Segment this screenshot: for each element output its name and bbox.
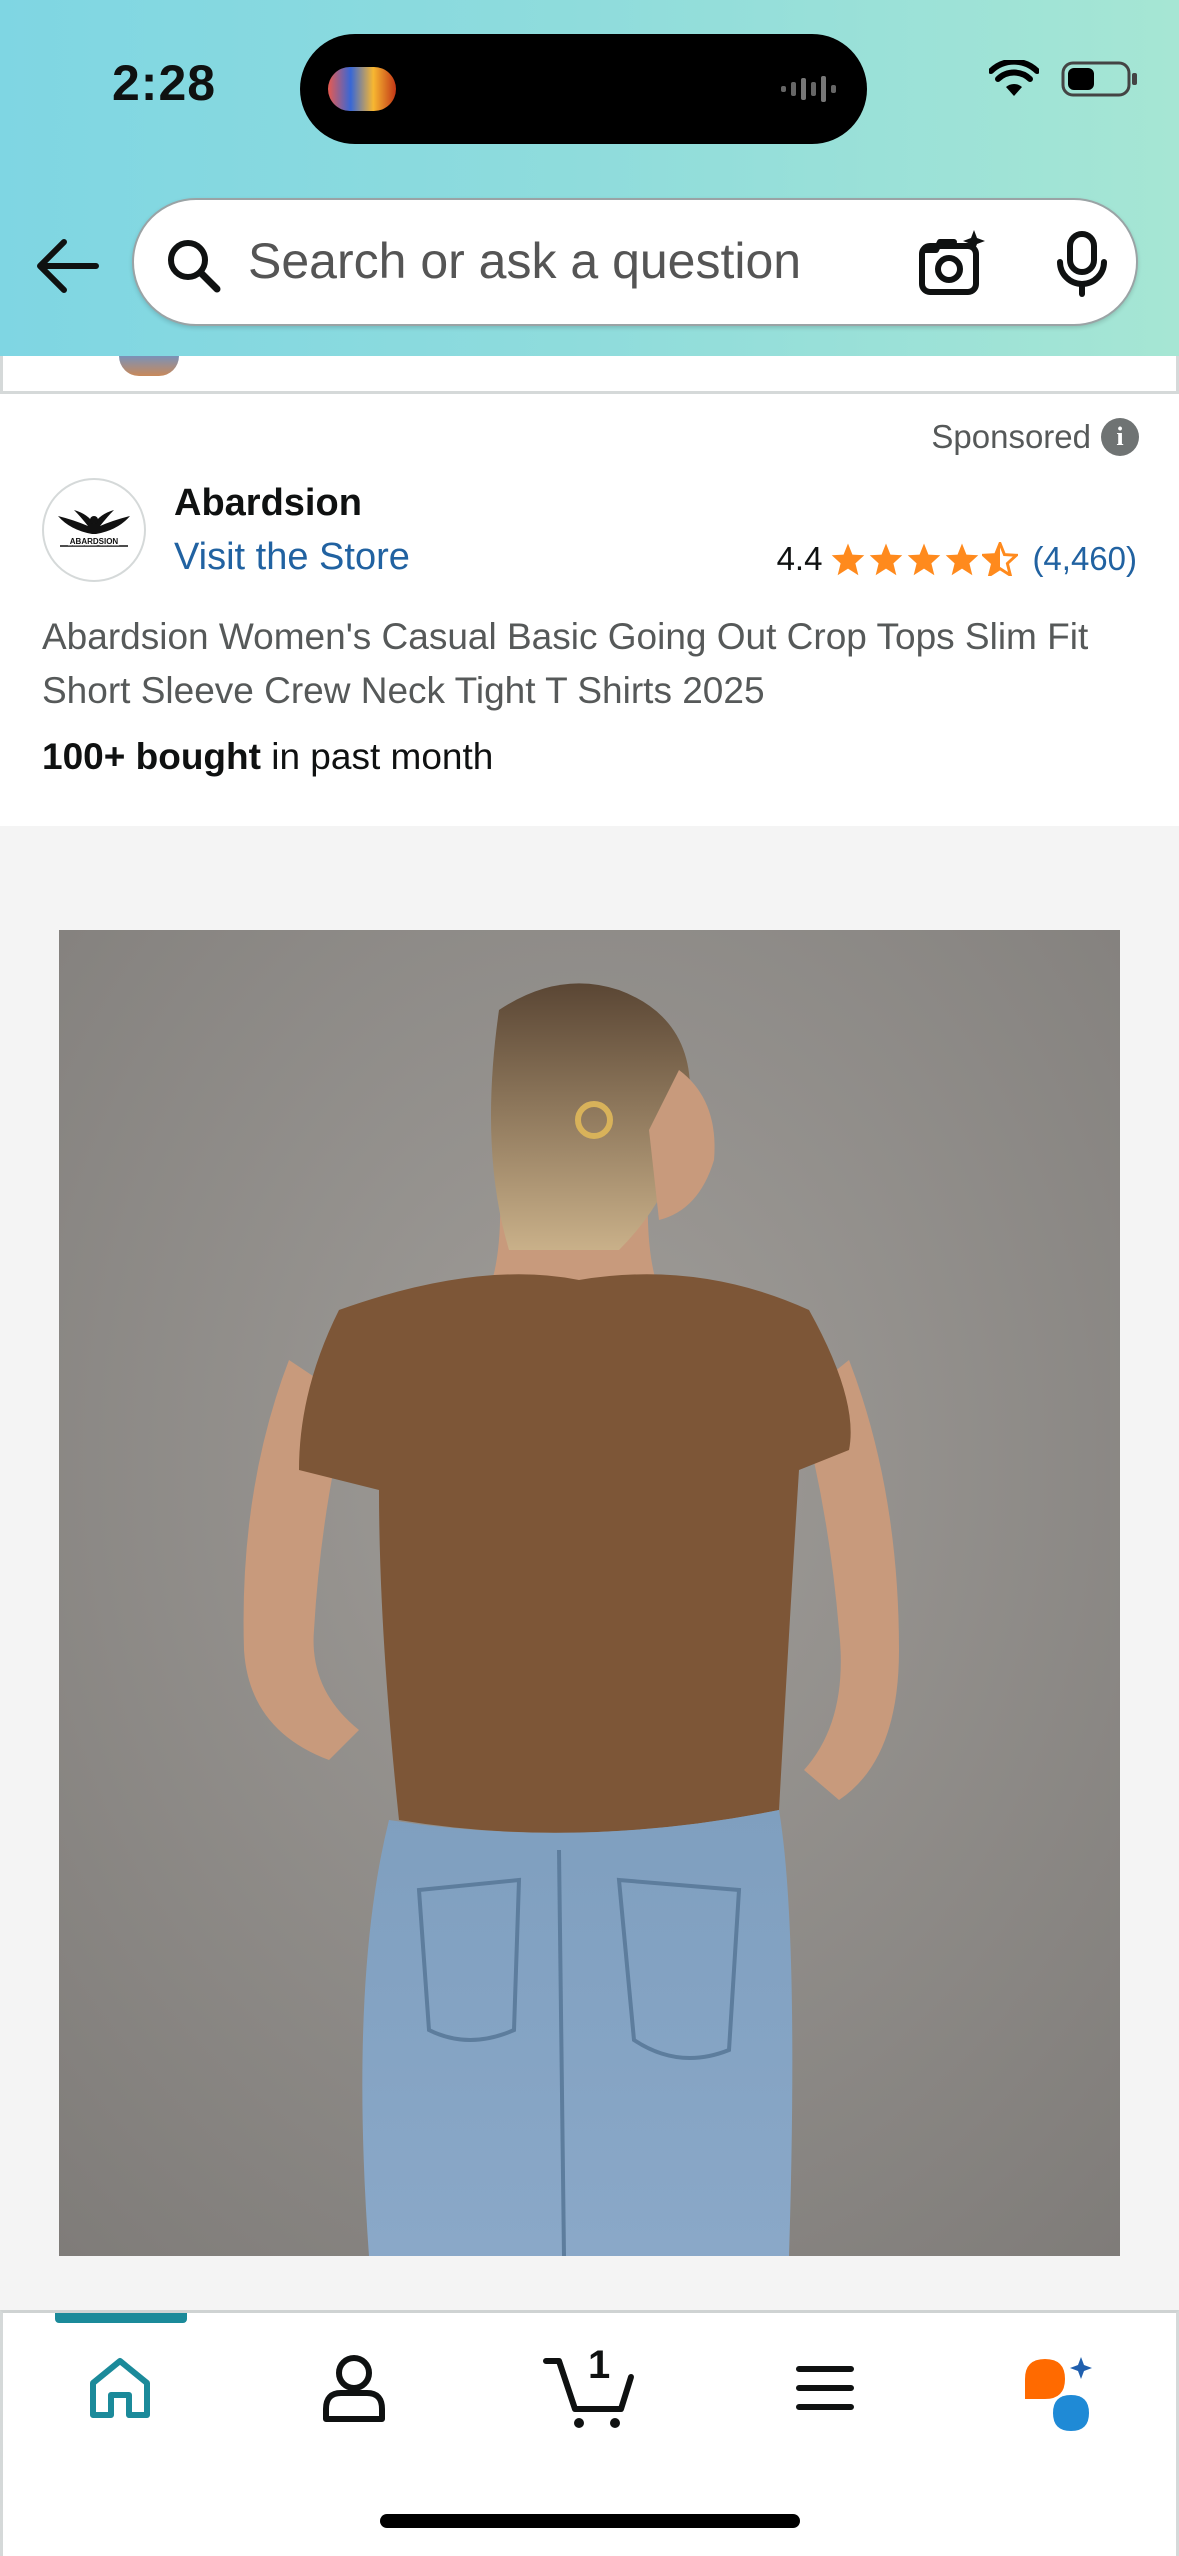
audio-wave-icon	[781, 76, 836, 102]
visit-store-link[interactable]: Visit the Store	[174, 536, 410, 579]
dynamic-island[interactable]	[300, 34, 867, 144]
brand-name[interactable]: Abardsion	[174, 482, 362, 525]
rating-count[interactable]: (4,460)	[1032, 540, 1137, 578]
previous-result-thumbnail	[119, 356, 179, 376]
half-star-icon	[982, 542, 1019, 576]
search-icon	[168, 240, 221, 293]
product-image[interactable]	[59, 930, 1120, 2256]
star-rating	[830, 542, 1019, 576]
now-playing-thumbnail	[328, 67, 396, 111]
rating-row[interactable]: 4.4 (4,460)	[777, 540, 1137, 578]
cart-icon[interactable]	[543, 2353, 635, 2429]
search-input[interactable]: Search or ask a question	[248, 232, 801, 290]
battery-icon	[1061, 61, 1137, 97]
product-photo-illustration	[59, 930, 1120, 2256]
microphone-icon[interactable]	[1054, 230, 1110, 298]
rufus-ai-icon[interactable]	[1019, 2353, 1099, 2433]
info-icon[interactable]: i	[1101, 418, 1139, 456]
brand-logo[interactable]: ABARDSION	[42, 478, 146, 582]
account-icon[interactable]	[321, 2353, 387, 2423]
home-icon[interactable]	[85, 2353, 155, 2423]
status-time: 2:28	[112, 55, 217, 111]
purchase-count: 100+ bought in past month	[42, 736, 493, 778]
star-icon	[946, 543, 979, 576]
star-icon	[832, 543, 865, 576]
star-icon	[908, 543, 941, 576]
sponsored-label[interactable]: Sponsored i	[931, 418, 1139, 456]
previous-result-edge	[0, 356, 1179, 394]
search-bar[interactable]: Search or ask a question	[132, 198, 1138, 326]
camera-lens-icon[interactable]	[914, 228, 986, 300]
product-title[interactable]: Abardsion Women's Casual Basic Going Out…	[42, 610, 1142, 718]
wifi-icon	[989, 60, 1039, 96]
purchase-count-rest: in past month	[260, 736, 494, 777]
status-icons	[989, 60, 1139, 98]
back-arrow-icon[interactable]	[34, 234, 100, 298]
logo-wordmark: ABARDSION	[70, 537, 119, 546]
rating-value: 4.4	[776, 540, 823, 577]
home-indicator[interactable]	[380, 2514, 800, 2528]
active-tab-indicator	[55, 2313, 187, 2323]
eagle-logo-icon: ABARDSION	[58, 510, 130, 548]
purchase-count-bold: 100+ bought	[42, 736, 261, 777]
sponsored-text: Sponsored	[931, 418, 1091, 455]
menu-icon[interactable]	[795, 2353, 855, 2423]
star-icon	[870, 543, 903, 576]
app-header: 2:28 Search or ask a question	[0, 0, 1179, 356]
